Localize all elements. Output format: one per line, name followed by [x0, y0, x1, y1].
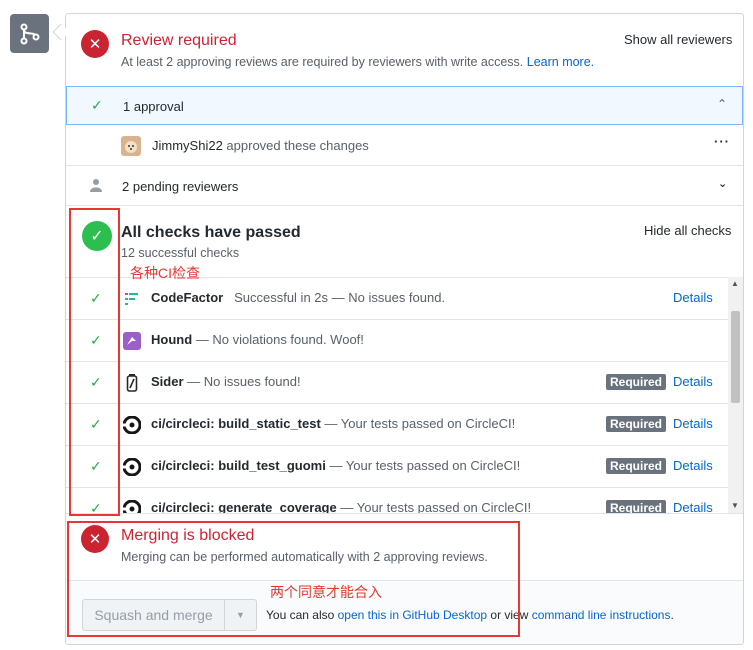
more-options-icon[interactable]: ··· [714, 134, 730, 149]
chevron-down-icon[interactable]: ⌄ [718, 177, 727, 190]
details-link[interactable]: Details [673, 416, 713, 431]
command-line-instructions-link[interactable]: command line instructions [532, 608, 671, 622]
open-in-desktop-link[interactable]: open this in GitHub Desktop [338, 608, 487, 622]
x-circle-icon: ✕ [81, 30, 109, 58]
sider-icon [123, 374, 141, 392]
details-link[interactable]: Details [673, 290, 713, 305]
check-item-build-test-guomi: ✓ ci/circleci: build_test_guomi — Your t… [66, 446, 728, 488]
merge-method-dropdown-icon[interactable]: ▼ [224, 599, 257, 631]
check-item-hound: ✓ Hound — No violations found. Woof! [66, 320, 728, 362]
review-required-title: Review required [121, 32, 237, 49]
required-badge: Required [606, 458, 667, 474]
details-link[interactable]: Details [673, 374, 713, 389]
pending-reviewers-row[interactable]: 2 pending reviewers ⌄ [66, 165, 743, 205]
reviewer-action: approved these changes [226, 138, 369, 153]
merge-actions: Squash and merge ▼ You can also open thi… [66, 580, 743, 644]
check-item-sider: ✓ Sider — No issues found! Required Deta… [66, 362, 728, 404]
check-item-codefactor: ✓ CodeFactor Successful in 2s — No issue… [66, 278, 728, 320]
review-required-section: ✕ Review required At least 2 approving r… [66, 14, 743, 85]
circleci-icon [123, 500, 141, 513]
hide-all-checks-link[interactable]: Hide all checks [644, 223, 731, 238]
x-circle-icon: ✕ [81, 525, 109, 553]
check-circle-icon: ✓ [82, 221, 112, 251]
hound-icon [123, 332, 141, 350]
check-item-text: ci/circleci: build_static_test — Your te… [151, 416, 515, 431]
circleci-icon [123, 416, 141, 434]
learn-more-link[interactable]: Learn more. [527, 55, 594, 69]
check-desc: — Your tests passed on CircleCI! [340, 500, 532, 513]
check-desc: — No violations found. Woof! [195, 332, 364, 347]
check-icon: ✓ [90, 290, 102, 306]
check-item-text: Hound — No violations found. Woof! [151, 332, 364, 347]
check-name: Hound [151, 332, 193, 347]
merge-blocked-section: ✕ Merging is blocked Merging can be perf… [66, 513, 743, 644]
scroll-up-arrow-icon[interactable]: ▲ [731, 279, 739, 288]
check-item-text: ci/circleci: build_test_guomi — Your tes… [151, 458, 520, 473]
checks-subtitle: 12 successful checks [121, 246, 240, 260]
approval-row[interactable]: ✓ 1 approval ⌃ [66, 86, 743, 125]
approval-label: 1 approval [123, 99, 184, 114]
check-name: CodeFactor [151, 290, 224, 305]
check-desc: Successful in 2s — No issues found. [234, 290, 446, 305]
check-item-text: Sider — No issues found! [151, 374, 301, 389]
check-item-build-static-test: ✓ ci/circleci: build_static_test — Your … [66, 404, 728, 446]
check-icon: ✓ [90, 332, 102, 348]
merge-status-panel: ✕ Review required At least 2 approving r… [65, 13, 744, 645]
circleci-icon [123, 458, 141, 476]
check-desc: — Your tests passed on CircleCI! [329, 458, 521, 473]
details-link[interactable]: Details [673, 500, 713, 513]
scroll-thumb[interactable] [731, 311, 740, 403]
reviewer-line: JimmyShi22 approved these changes [152, 138, 369, 153]
check-name: ci/circleci: generate_coverage [151, 500, 337, 513]
check-icon: ✓ [90, 416, 102, 432]
reviewer-row: JimmyShi22 approved these changes ··· [66, 125, 743, 165]
git-merge-icon [10, 14, 49, 53]
merge-annotation-label: 两个同意才能合入 [270, 584, 382, 600]
person-icon [90, 178, 102, 195]
squash-and-merge-button[interactable]: Squash and merge [82, 599, 225, 631]
scroll-down-arrow-icon[interactable]: ▼ [731, 501, 739, 510]
check-name: Sider [151, 374, 184, 389]
ci-checks-annotation-label: 各种CI检查 [130, 265, 200, 281]
merge-blocked-subtitle: Merging can be performed automatically w… [121, 550, 488, 564]
codefactor-icon [123, 290, 141, 308]
show-all-reviewers-link[interactable]: Show all reviewers [624, 32, 732, 47]
chevron-up-icon[interactable]: ⌃ [717, 97, 727, 111]
merge-blocked-title: Merging is blocked [121, 527, 255, 544]
details-link[interactable]: Details [673, 458, 713, 473]
checks-title: All checks have passed [121, 224, 301, 241]
check-item-text: ci/circleci: generate_coverage — Your te… [151, 500, 531, 513]
check-desc: — No issues found! [187, 374, 301, 389]
check-name: ci/circleci: build_static_test [151, 416, 321, 431]
checks-list: ✓ CodeFactor Successful in 2s — No issue… [66, 277, 743, 513]
avatar [121, 136, 141, 156]
pending-reviewers-label: 2 pending reviewers [122, 179, 239, 194]
required-badge: Required [606, 374, 667, 390]
required-badge: Required [606, 500, 667, 513]
required-badge: Required [606, 416, 667, 432]
check-icon: ✓ [91, 97, 103, 113]
check-item-generate-coverage: ✓ ci/circleci: generate_coverage — Your … [66, 488, 728, 513]
merge-alternatives-text: You can also open this in GitHub Desktop… [266, 608, 674, 622]
check-name: ci/circleci: build_test_guomi [151, 458, 326, 473]
checks-scrollbar[interactable]: ▲ ▼ [728, 277, 743, 513]
reviewer-name[interactable]: JimmyShi22 [152, 138, 223, 153]
check-icon: ✓ [90, 374, 102, 390]
check-icon: ✓ [90, 500, 102, 513]
check-item-text: CodeFactor Successful in 2s — No issues … [151, 290, 445, 305]
check-desc: — Your tests passed on CircleCI! [324, 416, 516, 431]
check-icon: ✓ [90, 458, 102, 474]
review-required-subtitle: At least 2 approving reviews are require… [121, 55, 595, 69]
